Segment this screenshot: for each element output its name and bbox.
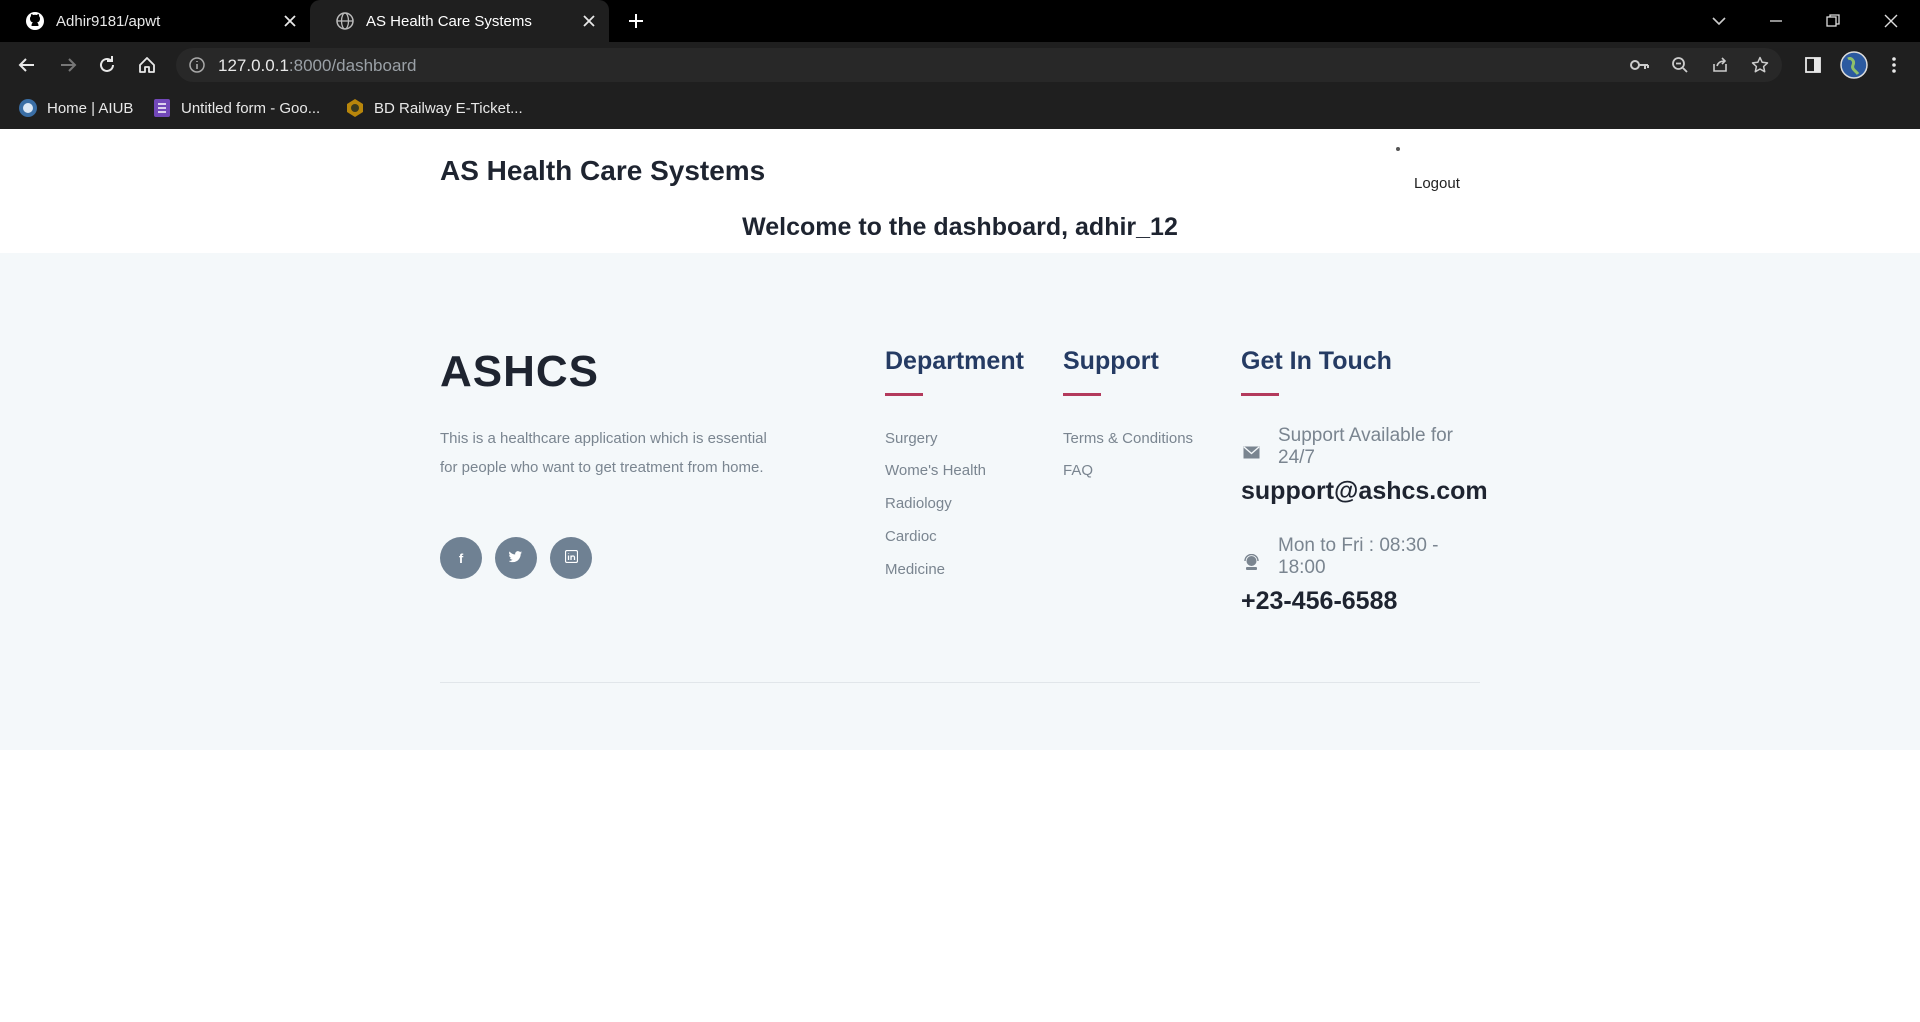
url-text: 127.0.0.1:8000/dashboard xyxy=(218,56,417,75)
page-content: AS Health Care Systems Logout Welcome to… xyxy=(0,129,1920,1022)
browser-tab-bar: Adhir9181/apwt AS Health Care Systems xyxy=(0,0,1920,42)
linkedin-button[interactable] xyxy=(550,537,592,579)
browser-toolbar: 127.0.0.1:8000/dashboard xyxy=(0,42,1920,88)
logout-link[interactable]: Logout xyxy=(1414,175,1460,192)
bookmark-google-form[interactable]: Untitled form - Goo... xyxy=(152,96,320,120)
linkedin-icon xyxy=(564,549,578,566)
tab-ashcs[interactable]: AS Health Care Systems xyxy=(310,0,609,42)
aiub-icon xyxy=(18,98,38,118)
site-brand[interactable]: AS Health Care Systems xyxy=(440,155,765,187)
bookmark-aiub[interactable]: Home | AIUB xyxy=(18,96,133,120)
get-in-touch-heading: Get In Touch xyxy=(1241,347,1392,375)
tab-title: Adhir9181/apwt xyxy=(56,12,161,30)
headset-icon xyxy=(1242,553,1260,571)
bookmark-label: BD Railway E-Ticket... xyxy=(374,99,523,117)
tab-title: AS Health Care Systems xyxy=(366,12,532,30)
minimize-icon[interactable] xyxy=(1763,8,1789,34)
nav-bullet xyxy=(1396,147,1400,151)
railway-logo-icon xyxy=(345,98,365,118)
google-forms-icon xyxy=(152,98,172,118)
reload-icon[interactable] xyxy=(95,53,119,77)
window-close-icon[interactable] xyxy=(1878,8,1904,34)
footer-link-terms[interactable]: Terms & Conditions xyxy=(1063,430,1193,447)
bookmark-label: Untitled form - Goo... xyxy=(181,99,321,117)
footer-link-surgery[interactable]: Surgery xyxy=(885,430,938,447)
tab-github[interactable]: Adhir9181/apwt xyxy=(0,0,310,42)
back-arrow-icon[interactable] xyxy=(15,53,39,77)
chevron-down-icon[interactable] xyxy=(1706,8,1732,34)
footer-link-radiology[interactable]: Radiology xyxy=(885,495,952,512)
footer-link-womens-health[interactable]: Wome's Health xyxy=(885,462,986,479)
department-heading: Department xyxy=(885,347,1024,375)
facebook-icon: f xyxy=(458,550,464,566)
twitter-button[interactable] xyxy=(495,537,537,579)
welcome-heading: Welcome to the dashboard, adhir_12 xyxy=(742,213,1178,241)
address-bar[interactable]: 127.0.0.1:8000/dashboard xyxy=(176,48,1782,82)
footer-divider xyxy=(440,682,1480,683)
bookmarks-bar: Home | AIUB Untitled form - Goo... BD Ra… xyxy=(0,88,1920,129)
site-footer: ASHCS This is a healthcare application w… xyxy=(0,253,1920,750)
heading-underline xyxy=(1063,393,1101,396)
close-icon[interactable] xyxy=(579,11,599,31)
support-phone[interactable]: +23-456-6588 xyxy=(1241,587,1397,616)
footer-description: This is a healthcare application which i… xyxy=(440,430,767,476)
support-heading: Support xyxy=(1063,347,1159,375)
plus-icon[interactable] xyxy=(624,9,648,33)
bookmark-label: Home | AIUB xyxy=(47,99,134,117)
profile-avatar-icon[interactable] xyxy=(1840,51,1868,79)
footer-link-cardioc[interactable]: Cardioc xyxy=(885,528,937,545)
footer-link-medicine[interactable]: Medicine xyxy=(885,561,945,578)
working-hours: Mon to Fri : 08:30 - 18:00 xyxy=(1278,535,1439,578)
bookmark-bd-railway[interactable]: BD Railway E-Ticket... xyxy=(345,96,523,120)
twitter-icon xyxy=(508,550,523,566)
close-icon[interactable] xyxy=(280,11,300,31)
footer-logo: ASHCS xyxy=(440,347,600,396)
star-icon[interactable] xyxy=(1750,55,1770,75)
zoom-out-icon[interactable] xyxy=(1670,55,1690,75)
envelope-icon xyxy=(1242,443,1260,461)
facebook-button[interactable]: f xyxy=(440,537,482,579)
restore-icon[interactable] xyxy=(1820,8,1846,34)
globe-icon xyxy=(335,11,355,31)
forward-arrow-icon[interactable] xyxy=(56,53,80,77)
info-icon[interactable] xyxy=(188,56,206,74)
support-availability: Support Available for 24/7 xyxy=(1278,425,1453,468)
side-panel-icon[interactable] xyxy=(1801,53,1825,77)
github-icon xyxy=(25,11,45,31)
key-icon[interactable] xyxy=(1630,55,1650,75)
home-icon[interactable] xyxy=(135,53,159,77)
heading-underline xyxy=(1241,393,1279,396)
menu-dots-icon[interactable] xyxy=(1882,53,1906,77)
heading-underline xyxy=(885,393,923,396)
share-icon[interactable] xyxy=(1710,55,1730,75)
support-email[interactable]: support@ashcs.com xyxy=(1241,477,1488,506)
footer-link-faq[interactable]: FAQ xyxy=(1063,462,1093,479)
